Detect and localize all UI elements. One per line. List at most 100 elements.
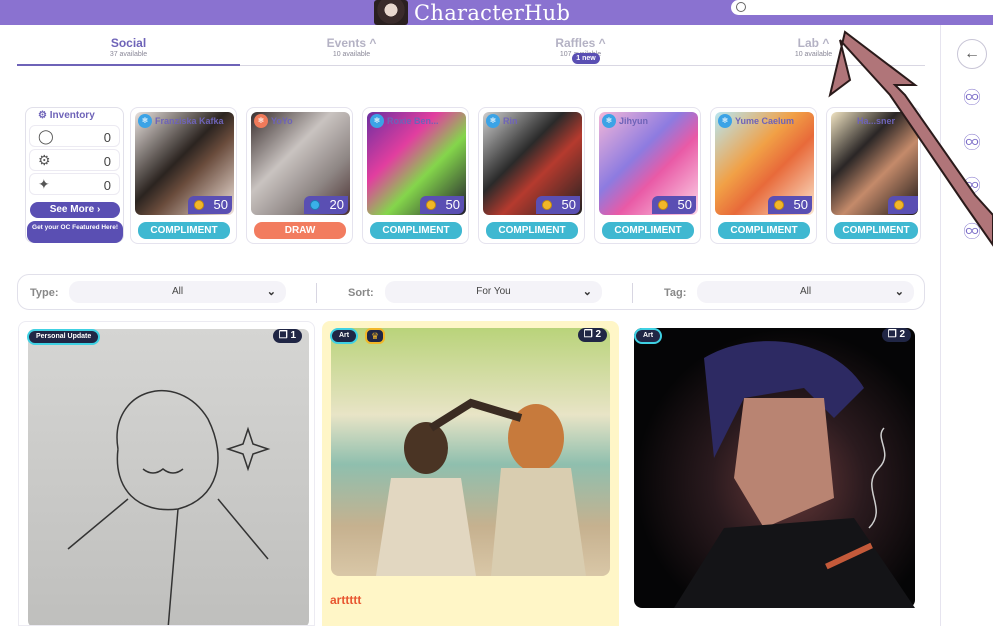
tab-available-count: 37 available bbox=[109, 51, 148, 58]
sketch-drawing bbox=[67, 390, 271, 625]
top-bar: CharacterHub bbox=[0, 0, 993, 25]
image-count-badge: ❐ 1 bbox=[272, 329, 302, 343]
draw-button[interactable]: DRAW bbox=[254, 222, 346, 239]
tab-social[interactable]: Social 37 available bbox=[17, 36, 240, 66]
see-more-button[interactable]: See More › bbox=[30, 202, 120, 218]
crown-icon: ♛ bbox=[365, 328, 385, 344]
tag-filter-value: All bbox=[799, 286, 812, 297]
character-name: Ha...sner bbox=[857, 116, 896, 126]
tab-label: Raffles ^ bbox=[555, 36, 606, 50]
price-value: 50 bbox=[561, 197, 576, 212]
image-count-badge: ❐ 2 bbox=[881, 328, 911, 342]
compliment-button[interactable]: COMPLIMENT bbox=[486, 222, 578, 239]
price-value: 50 bbox=[213, 197, 228, 212]
chevron-down-icon: ⌄ bbox=[894, 286, 904, 298]
tab-events[interactable]: Events ^ 10 available bbox=[240, 36, 463, 58]
price-value: 50 bbox=[793, 197, 808, 212]
character-card[interactable]: ❄ Yume Caelum 50 COMPLIMENT bbox=[710, 107, 817, 244]
character-card[interactable]: ❄ YoYo 20 DRAW bbox=[246, 107, 353, 244]
coin-icon bbox=[658, 200, 668, 210]
tab-label: Social bbox=[110, 36, 147, 50]
post-image bbox=[634, 328, 915, 608]
price-badge: 50 bbox=[420, 196, 464, 214]
post-tag[interactable]: Personal Update bbox=[27, 329, 101, 345]
logo-mascot-icon bbox=[374, 0, 408, 25]
coin-icon bbox=[194, 200, 204, 210]
chevron-down-icon: ⌄ bbox=[582, 286, 592, 298]
post-tag[interactable]: Art bbox=[634, 328, 663, 344]
tab-label: Events ^ bbox=[326, 36, 377, 50]
character-card[interactable]: ❄ Roxie Ben... 50 COMPLIMENT bbox=[362, 107, 469, 244]
gem-icon bbox=[310, 200, 320, 210]
character-name: Jihyun bbox=[619, 116, 649, 126]
compliment-button[interactable]: COMPLIMENT bbox=[138, 222, 230, 239]
coin-icon bbox=[426, 200, 436, 210]
compliment-button[interactable]: COMPLIMENT bbox=[602, 222, 694, 239]
element-icon: ❄ bbox=[602, 114, 616, 128]
search-icon bbox=[736, 2, 746, 12]
price-value: 50 bbox=[677, 197, 692, 212]
angel-icon[interactable]: ♾ bbox=[961, 173, 983, 199]
inventory-title: ⚙ Inventory bbox=[38, 110, 95, 121]
see-more-label: See More bbox=[49, 204, 95, 215]
price-value: 50 bbox=[445, 197, 460, 212]
price-badge: 50 bbox=[652, 196, 696, 214]
tab-available-count: 10 available bbox=[332, 51, 371, 58]
type-filter-label: Type: bbox=[30, 287, 59, 299]
tag-filter-label: Tag: bbox=[664, 287, 687, 299]
tab-available-count: 10 available bbox=[794, 51, 833, 58]
painting bbox=[376, 398, 586, 576]
angel-icon[interactable]: ♾ bbox=[961, 130, 983, 156]
coin-icon bbox=[542, 200, 552, 210]
search-input[interactable] bbox=[731, 0, 993, 15]
sort-filter-value: For You bbox=[476, 286, 511, 297]
tab-lab[interactable]: Lab ^ 10 available bbox=[702, 36, 925, 58]
image-count-badge: ❐ 2 bbox=[577, 328, 607, 342]
character-card[interactable]: ❄ Jihyun 50 COMPLIMENT bbox=[594, 107, 701, 244]
inventory-row: ◯ 0 bbox=[29, 125, 120, 147]
image-count: 2 bbox=[899, 329, 905, 340]
price-badge: 50 bbox=[536, 196, 580, 214]
coin-icon bbox=[774, 200, 784, 210]
post-card[interactable]: Personal Update ❐ 1 bbox=[18, 321, 315, 626]
new-badge: 1 new bbox=[572, 53, 600, 64]
coin-icon bbox=[894, 200, 904, 210]
back-button[interactable]: ← bbox=[957, 39, 987, 69]
sort-filter-select[interactable]: For You ⌄ bbox=[385, 281, 602, 303]
element-icon: ❄ bbox=[138, 114, 152, 128]
element-icon: ❄ bbox=[486, 114, 500, 128]
sort-filter-label: Sort: bbox=[348, 287, 374, 299]
compliment-button[interactable]: COMPLIMENT bbox=[834, 222, 918, 239]
post-card[interactable]: Art ♛ ❐ 2 arttttt bbox=[322, 321, 619, 626]
post-tag[interactable]: Art bbox=[330, 328, 359, 344]
price-badge bbox=[888, 196, 918, 214]
post-title[interactable]: arttttt bbox=[330, 593, 361, 607]
site-title: CharacterHub bbox=[414, 0, 571, 25]
character-card[interactable]: ❄ Rin 50 COMPLIMENT bbox=[478, 107, 585, 244]
inventory-count: 0 bbox=[103, 154, 111, 169]
inventory-row: ✦ 0 bbox=[29, 173, 120, 195]
compliment-button[interactable]: COMPLIMENT bbox=[718, 222, 810, 239]
site-logo[interactable]: CharacterHub bbox=[374, 0, 570, 25]
price-badge: 50 bbox=[768, 196, 812, 214]
featured-oc-button[interactable]: Get your OC Featured Here! bbox=[27, 221, 123, 243]
type-filter-value: All bbox=[171, 286, 184, 297]
character-card[interactable]: Ha...sner COMPLIMENT bbox=[826, 107, 921, 244]
type-filter-select[interactable]: All ⌄ bbox=[69, 281, 286, 303]
angel-icon[interactable]: ♾ bbox=[961, 85, 983, 111]
inventory-title-text: Inventory bbox=[49, 110, 95, 121]
inventory-count: 0 bbox=[103, 178, 111, 193]
painting bbox=[674, 341, 915, 608]
filter-bar: Type: All ⌄ Sort: For You ⌄ Tag: All ⌄ bbox=[17, 274, 925, 310]
character-name: Rin bbox=[503, 116, 518, 126]
post-card[interactable]: Art ❐ 2 bbox=[626, 321, 923, 626]
post-image bbox=[28, 329, 309, 625]
compliment-button[interactable]: COMPLIMENT bbox=[370, 222, 462, 239]
image-count: 1 bbox=[290, 330, 296, 341]
character-name: Yume Caelum bbox=[735, 116, 795, 126]
tag-filter-select[interactable]: All ⌄ bbox=[697, 281, 914, 303]
right-rail: ← ♾ ♾ ♾ ♾ bbox=[940, 25, 993, 626]
character-card[interactable]: ❄ Franziska Kafka 50 COMPLIMENT bbox=[130, 107, 237, 244]
price-badge: 50 bbox=[188, 196, 232, 214]
angel-icon[interactable]: ♾ bbox=[961, 219, 983, 245]
